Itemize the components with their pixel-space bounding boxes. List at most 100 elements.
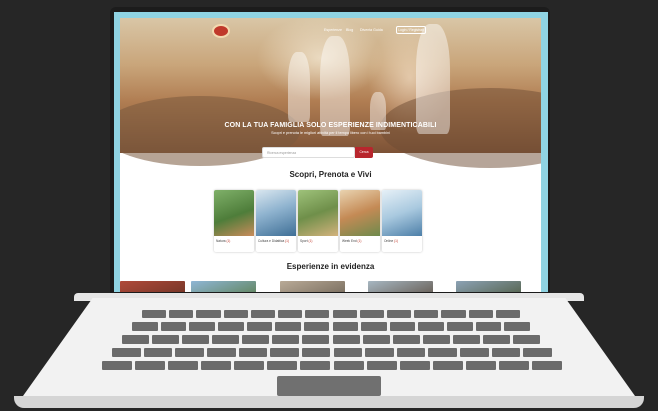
keyboard-key bbox=[189, 322, 215, 331]
keyboard-key bbox=[418, 322, 445, 331]
keyboard-key bbox=[250, 310, 276, 318]
category-image bbox=[298, 190, 338, 236]
keyboard-key bbox=[275, 322, 301, 331]
category-card-sport[interactable]: Sport (1) bbox=[298, 190, 338, 252]
keyboard-key bbox=[531, 361, 562, 370]
hero-banner: Esperienze Blog Diventa Guida Login / Re… bbox=[120, 18, 541, 168]
keyboard-key bbox=[278, 310, 303, 318]
keyboard-key bbox=[366, 361, 397, 370]
keyboard-key bbox=[432, 361, 463, 370]
keyboard-key bbox=[465, 361, 496, 370]
laptop-screen: Esperienze Blog Diventa Guida Login / Re… bbox=[114, 12, 548, 292]
category-card-cultura[interactable]: Cultura e Didattica (1) bbox=[256, 190, 296, 252]
keyboard-key bbox=[246, 322, 273, 331]
keyboard-key bbox=[365, 348, 394, 357]
keyboard-key bbox=[132, 322, 158, 331]
keyboard-key bbox=[300, 361, 331, 370]
hero-figure bbox=[416, 24, 450, 134]
keyboard-key bbox=[392, 335, 420, 344]
keyboard-key bbox=[223, 310, 248, 318]
categories-title: Scopri, Prenota e Vivi bbox=[289, 170, 372, 179]
keyboard-key bbox=[460, 348, 489, 357]
featured-card[interactable] bbox=[191, 281, 256, 292]
featured-card[interactable] bbox=[120, 281, 185, 292]
laptop-base-edge bbox=[14, 396, 644, 408]
hero-figure bbox=[288, 52, 310, 122]
keyboard-key bbox=[102, 361, 133, 370]
keyboard-key bbox=[272, 335, 300, 344]
keyboard-key bbox=[135, 361, 166, 370]
category-image bbox=[256, 190, 296, 236]
search-input[interactable]: Ricerca esperienza bbox=[262, 147, 355, 158]
keyboard-key bbox=[152, 335, 180, 344]
keyboard-key bbox=[196, 310, 221, 318]
featured-title: Esperienze in evidenza bbox=[286, 262, 375, 271]
keyboard-key bbox=[361, 322, 387, 331]
website: Esperienze Blog Diventa Guida Login / Re… bbox=[120, 18, 541, 292]
trackpad bbox=[277, 376, 381, 396]
keyboard-key bbox=[441, 310, 466, 318]
keyboard-key bbox=[333, 348, 363, 357]
keyboard-key bbox=[523, 348, 552, 357]
keyboard-key bbox=[386, 310, 412, 318]
keyboard-key bbox=[447, 322, 473, 331]
category-label: Sport (1) bbox=[300, 239, 313, 243]
keyboard-key bbox=[168, 361, 199, 370]
hero-headline: CON LA TUA FAMIGLIA SOLO ESPERIENZE INDI… bbox=[224, 122, 437, 129]
keyboard-key bbox=[143, 348, 173, 357]
keyboard-key bbox=[175, 348, 204, 357]
keyboard-key bbox=[160, 322, 187, 331]
keyboard-key bbox=[169, 310, 194, 318]
keyboard-key bbox=[142, 310, 167, 318]
category-card-weekend[interactable]: Week End (1) bbox=[340, 190, 380, 252]
keyboard-key bbox=[428, 348, 458, 357]
keyboard-key bbox=[452, 335, 480, 344]
keyboard-key bbox=[362, 335, 390, 344]
keyboard-key bbox=[305, 310, 330, 318]
category-label: Cultura e Didattica (1) bbox=[258, 239, 290, 243]
keyboard-key bbox=[396, 348, 426, 357]
keyboard-key bbox=[422, 335, 450, 344]
keyboard-key bbox=[234, 361, 265, 370]
keyboard-key bbox=[468, 310, 493, 318]
keyboard-key bbox=[504, 322, 530, 331]
keyboard-key bbox=[495, 310, 520, 318]
keyboard-key bbox=[270, 348, 299, 357]
keyboard-key bbox=[212, 335, 240, 344]
keyboard-key bbox=[238, 348, 268, 357]
keyboard-key bbox=[498, 361, 529, 370]
keyboard-key bbox=[206, 348, 236, 357]
keyboard-key bbox=[333, 361, 364, 370]
keyboard-key bbox=[217, 322, 244, 331]
featured-card[interactable] bbox=[368, 281, 433, 292]
category-image bbox=[340, 190, 380, 236]
site-logo[interactable] bbox=[212, 24, 230, 38]
nav-esperienze[interactable]: Esperienze bbox=[324, 28, 342, 32]
login-button[interactable]: Login / Registrati bbox=[396, 26, 426, 34]
keyboard-key bbox=[301, 348, 331, 357]
keyboard-key bbox=[491, 348, 521, 357]
keyboard-key bbox=[242, 335, 270, 344]
keyboard-key bbox=[122, 335, 150, 344]
featured-card[interactable] bbox=[456, 281, 521, 292]
category-label: Week End (1) bbox=[342, 239, 362, 243]
keyboard-key bbox=[302, 335, 330, 344]
keyboard-key bbox=[303, 322, 330, 331]
keyboard-key bbox=[201, 361, 232, 370]
keyboard-key bbox=[359, 310, 384, 318]
category-card-natura[interactable]: Natura (1) bbox=[214, 190, 254, 252]
laptop-mockup: Esperienze Blog Diventa Guida Login / Re… bbox=[0, 0, 658, 411]
keyboard-key bbox=[112, 348, 141, 357]
keyboard-key bbox=[512, 335, 540, 344]
category-image bbox=[214, 190, 254, 236]
category-card-online[interactable]: Online (1) bbox=[382, 190, 422, 252]
keyboard-key bbox=[389, 322, 416, 331]
featured-card[interactable] bbox=[280, 281, 345, 292]
hero-subline: Scopri e prenota le migliori attività pe… bbox=[271, 131, 390, 135]
keyboard-key bbox=[332, 322, 359, 331]
nav-diventa-guida[interactable]: Diventa Guida bbox=[360, 28, 383, 32]
search-button[interactable]: Cerca bbox=[355, 147, 373, 158]
keyboard-key bbox=[267, 361, 298, 370]
nav-blog[interactable]: Blog bbox=[346, 28, 353, 32]
keyboard-key bbox=[332, 310, 357, 318]
